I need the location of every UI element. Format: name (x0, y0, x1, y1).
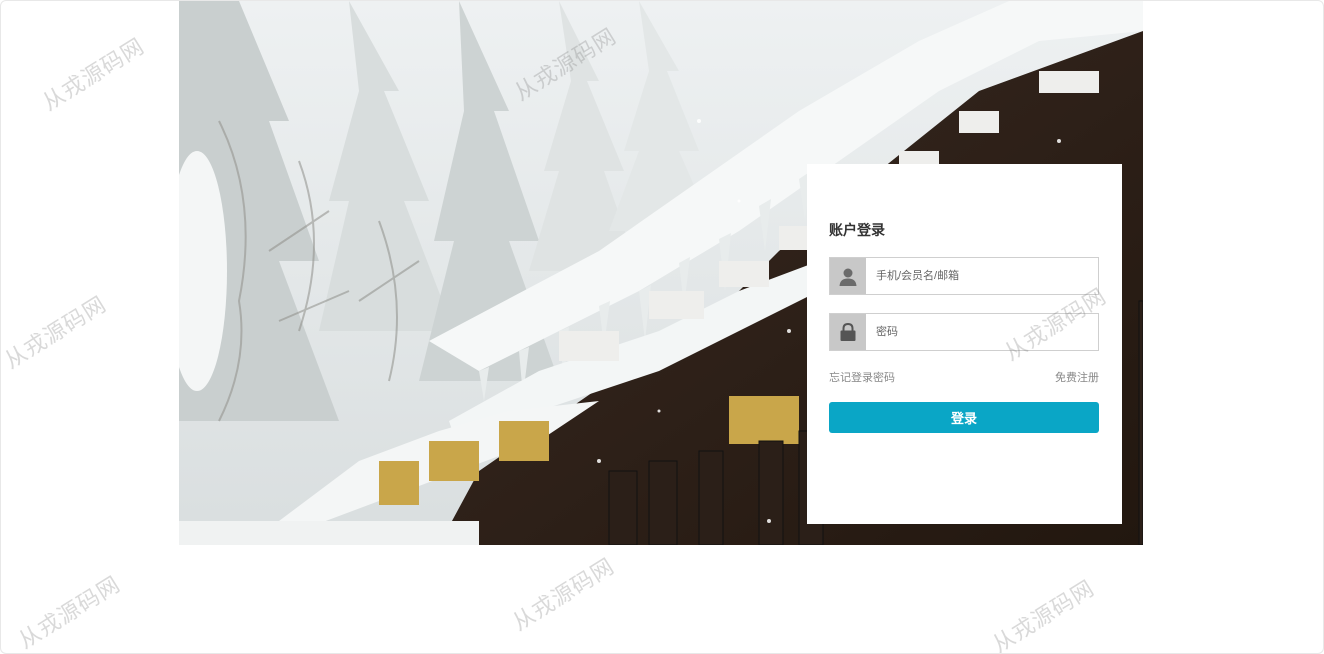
password-field[interactable] (829, 313, 1099, 351)
login-title: 账户登录 (829, 222, 885, 238)
login-card: 账户登录 忘记登录密码 免费注册 登录 (807, 164, 1122, 524)
register-link[interactable]: 免费注册 (1055, 369, 1099, 385)
watermark: 从戎源码网 (0, 292, 112, 375)
user-icon (830, 258, 866, 294)
login-page: 账户登录 忘记登录密码 免费注册 登录 从戎源码网 从戎源码网 (0, 0, 1324, 654)
forgot-password-link[interactable]: 忘记登录密码 (829, 369, 895, 385)
lock-icon (830, 314, 866, 350)
username-field[interactable] (829, 257, 1099, 295)
watermark: 从戎源码网 (988, 576, 1100, 654)
watermark: 从戎源码网 (38, 34, 150, 117)
password-input[interactable] (866, 314, 1098, 350)
login-button[interactable]: 登录 (829, 402, 1099, 433)
username-input[interactable] (866, 258, 1098, 294)
watermark: 从戎源码网 (508, 554, 620, 637)
watermark: 从戎源码网 (14, 572, 126, 654)
